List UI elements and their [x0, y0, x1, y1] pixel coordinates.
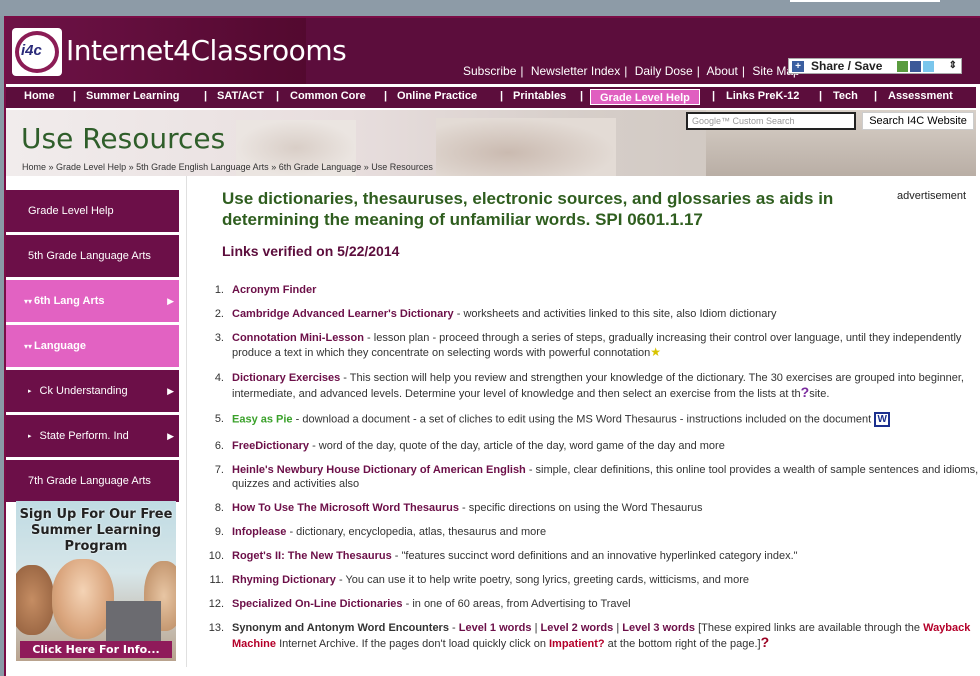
- plus-icon: +: [792, 61, 804, 72]
- nav-links-prek-12[interactable]: Links PreK-12: [726, 90, 799, 102]
- nav-tech[interactable]: Tech: [833, 90, 858, 102]
- resource-link[interactable]: Connotation Mini-Lesson: [232, 332, 364, 344]
- twitter-icon: [923, 61, 934, 72]
- level-1-link[interactable]: Level 1 words: [459, 622, 532, 634]
- resource-link[interactable]: Cambridge Advanced Learner's Dictionary: [232, 308, 454, 320]
- chevron-right-icon: ▶: [167, 430, 174, 441]
- logo-text: i4c: [21, 42, 42, 59]
- chevron-right-icon: ▶: [167, 385, 174, 396]
- dropdown-arrows-icon: ⇕: [948, 60, 957, 71]
- help-icon[interactable]: ?: [801, 384, 810, 400]
- word-doc-icon[interactable]: W: [874, 412, 891, 427]
- browser-top-strip: [0, 0, 980, 16]
- expanded-icon: ▾▾: [24, 296, 33, 306]
- resource-description: - This section will help you review and …: [232, 372, 964, 400]
- resource-link[interactable]: How To Use The Microsoft Word Thesaurus: [232, 502, 459, 514]
- promo-cta[interactable]: Click Here For Info...: [20, 641, 172, 658]
- star-icon: ★: [650, 345, 662, 359]
- advertisement-label: advertisement: [897, 190, 967, 202]
- sidebar-item-6th-lang-arts[interactable]: ▾▾ 6th Lang Arts ▶: [6, 280, 179, 322]
- resource-link[interactable]: FreeDictionary: [232, 440, 309, 452]
- page-banner: Use Resources Home » Grade Level Help » …: [6, 110, 976, 176]
- nav-online-practice[interactable]: Online Practice: [397, 90, 477, 102]
- top-links: Subscribe | Newsletter Index | Daily Dose |…: [463, 64, 800, 78]
- resource-link[interactable]: Rhyming Dictionary: [232, 574, 336, 586]
- nav-sat-act[interactable]: SAT/ACT: [217, 90, 264, 102]
- main-content: Use dictionaries, thesauruses, electroni…: [222, 188, 892, 259]
- resource-link[interactable]: Infoplease: [232, 526, 286, 538]
- level-3-link[interactable]: Level 3 words: [622, 622, 695, 634]
- share-label: Share / Save: [811, 59, 883, 73]
- promo-headline: Sign Up For Our Free Summer Learning Pro…: [19, 507, 173, 554]
- resource-description: - download a document - a set of cliches…: [292, 413, 872, 426]
- nav-assessment[interactable]: Assessment: [888, 90, 953, 102]
- level-2-link[interactable]: Level 2 words: [541, 622, 614, 634]
- main-nav: Home | Summer Learning | SAT/ACT | Commo…: [6, 86, 976, 108]
- nav-common-core[interactable]: Common Core: [290, 90, 366, 102]
- nav-grade-level-help[interactable]: Grade Level Help: [590, 89, 700, 105]
- resource-description: - in one of 60 areas, from Advertising t…: [402, 598, 631, 610]
- breadcrumb-home[interactable]: Home: [22, 162, 46, 172]
- about-link[interactable]: About: [707, 64, 738, 78]
- subscribe-link[interactable]: Subscribe: [463, 64, 516, 78]
- breadcrumb-5th-grade-ela[interactable]: 5th Grade English Language Arts: [136, 162, 269, 172]
- sidebar-item-language[interactable]: ▾▾ Language: [6, 325, 179, 367]
- share-green-icon: [897, 61, 908, 72]
- resource-description: - dictionary, encyclopedia, atlas, thesa…: [286, 526, 547, 538]
- bullet-icon: ▸: [28, 388, 32, 395]
- newsletter-index-link[interactable]: Newsletter Index: [531, 64, 620, 78]
- column-divider: [186, 176, 187, 667]
- resource-link[interactable]: Easy as Pie: [232, 413, 293, 425]
- breadcrumb-6th-grade-language[interactable]: 6th Grade Language: [279, 162, 362, 172]
- share-save-button[interactable]: + Share / Save ⇕: [788, 58, 962, 74]
- sidebar-item-7th-grade-language-arts[interactable]: 7th Grade Language Arts: [6, 460, 179, 502]
- resource-link[interactable]: Heinle's Newbury House Dictionary of Ame…: [232, 464, 526, 476]
- nav-printables[interactable]: Printables: [513, 90, 566, 102]
- resource-link[interactable]: Acronym Finder: [232, 284, 316, 296]
- nav-summer-learning[interactable]: Summer Learning: [86, 90, 180, 102]
- resource-description: - specific directions on using the Word …: [458, 502, 703, 514]
- resource-link[interactable]: Specialized On-Line Dictionaries: [232, 598, 403, 610]
- breadcrumb-current: Use Resources: [371, 162, 433, 172]
- resource-description: - word of the day, quote of the day, art…: [309, 440, 725, 452]
- search-input[interactable]: Google™ Custom Search: [686, 112, 856, 130]
- sidebar-item-grade-level-help[interactable]: Grade Level Help: [6, 190, 179, 232]
- resource-description: - "features succinct word definitions an…: [391, 550, 798, 562]
- summer-learning-promo[interactable]: Sign Up For Our Free Summer Learning Pro…: [16, 501, 176, 661]
- nav-home[interactable]: Home: [24, 90, 55, 102]
- resource-description: - You can use it to help write poetry, s…: [335, 574, 749, 586]
- impatient-link[interactable]: Impatient?: [549, 638, 605, 650]
- daily-dose-link[interactable]: Daily Dose: [635, 64, 693, 78]
- site-name[interactable]: Internet4Classrooms: [66, 34, 347, 67]
- sidebar-item-ck-understanding[interactable]: ▸ Ck Understanding ▶: [6, 370, 179, 412]
- chevron-right-icon: ▶: [167, 295, 174, 306]
- links-verified-date: Links verified on 5/22/2014: [222, 243, 400, 259]
- search-button[interactable]: Search I4C Website: [862, 112, 974, 130]
- site-header: i4c Internet4Classrooms Subscribe | Newsl…: [6, 18, 980, 84]
- resource-link[interactable]: Dictionary Exercises: [232, 372, 340, 384]
- page-title: Use Resources: [21, 122, 226, 155]
- help-icon[interactable]: ?: [761, 634, 770, 650]
- sidebar-item-state-perform-ind[interactable]: ▸ State Perform. Ind ▶: [6, 415, 179, 457]
- sidebar: Grade Level Help 5th Grade Language Arts…: [6, 190, 179, 505]
- breadcrumb: Home » Grade Level Help » 5th Grade Engl…: [22, 162, 433, 172]
- expanded-icon: ▾▾: [24, 341, 33, 351]
- resource-link[interactable]: Synonym and Antonym Word Encounters: [232, 622, 449, 634]
- breadcrumb-grade-level-help[interactable]: Grade Level Help: [56, 162, 126, 172]
- resource-link[interactable]: Roget's II: The New Thesaurus: [232, 550, 392, 562]
- resource-description: - worksheets and activities linked to th…: [453, 308, 777, 320]
- site-logo[interactable]: i4c: [12, 28, 62, 76]
- standard-title: Use dictionaries, thesauruses, electroni…: [222, 189, 834, 229]
- facebook-icon: [910, 61, 921, 72]
- bullet-icon: ▸: [28, 433, 32, 440]
- sidebar-item-5th-grade-language-arts[interactable]: 5th Grade Language Arts: [6, 235, 179, 277]
